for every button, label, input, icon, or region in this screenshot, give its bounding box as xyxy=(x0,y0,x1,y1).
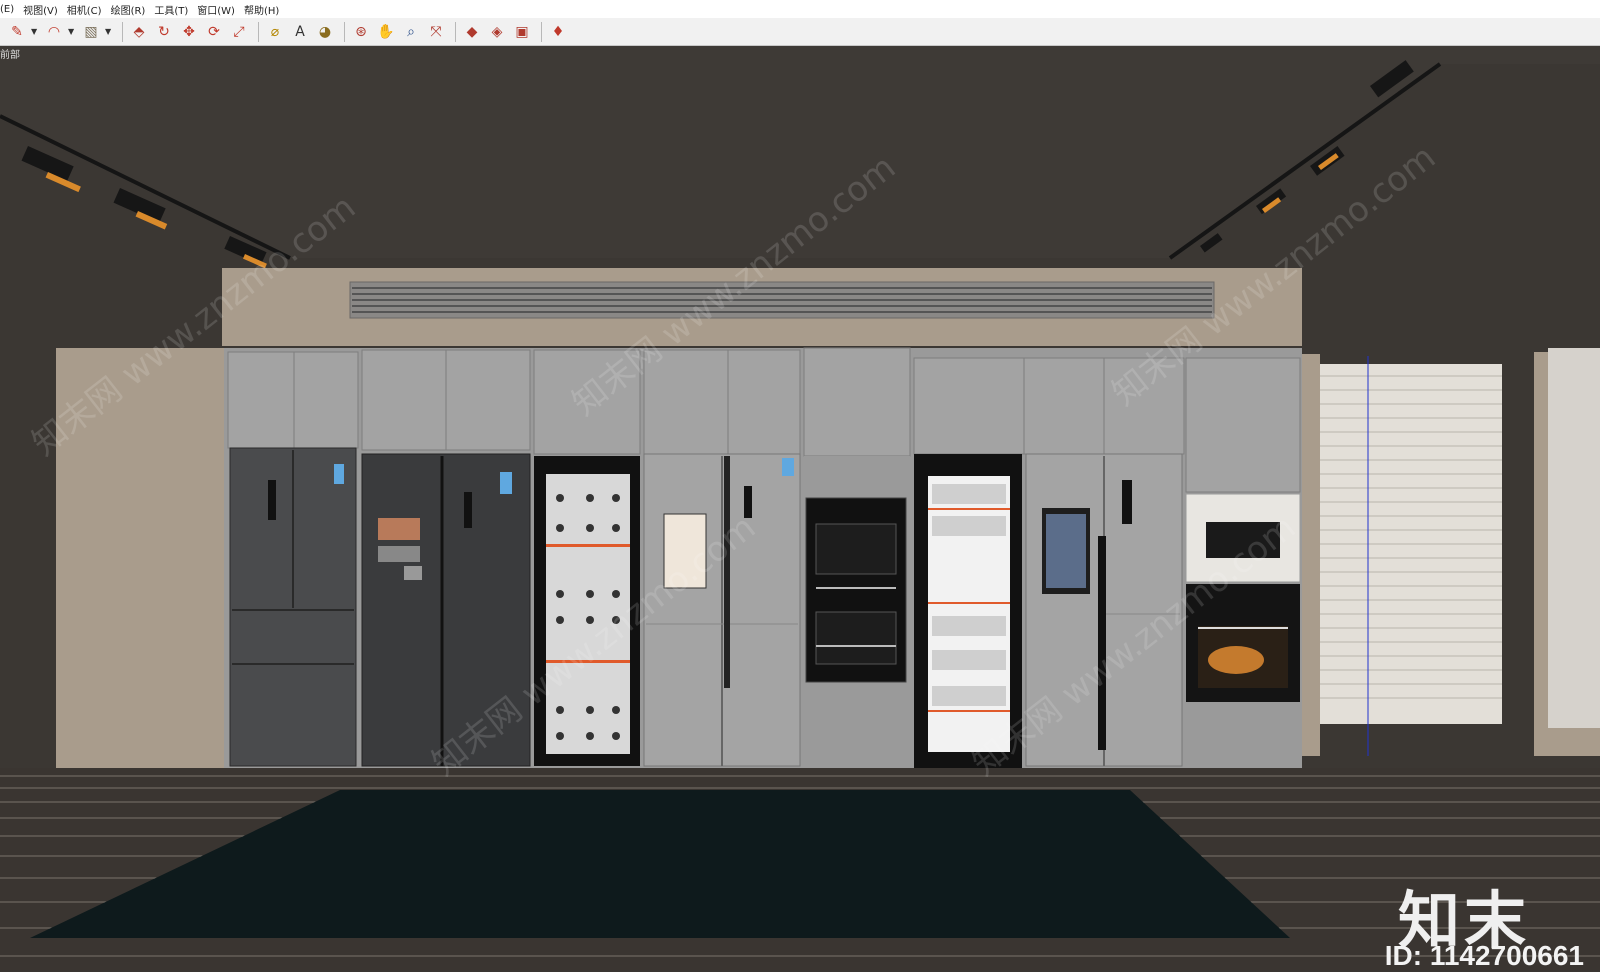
push-pull-icon[interactable]: ⬘ xyxy=(128,21,150,43)
move-icon[interactable]: ✥ xyxy=(178,21,200,43)
toolbar: ✎ ▼ ◠ ▼ ▧ ▼ ⬘ ↻ ✥ ⟳ ⤢ ⌀ A ◕ ⊛ ✋ ⌕ ⤧ ◆ ◈ ▣ ♦ xyxy=(0,18,1600,46)
zoom-extents-icon[interactable]: ⤧ xyxy=(425,21,447,43)
pencil-icon[interactable]: ✎ xyxy=(6,21,28,43)
chevron-down-icon[interactable]: ▼ xyxy=(105,27,113,36)
3d-viewport[interactable]: 前部 知末网 www.znzmo.com 知末网 www.znzmo.com 知… xyxy=(0,46,1600,971)
built-in-double-oven xyxy=(804,456,910,768)
menu-item[interactable]: 帮助(H) xyxy=(244,2,279,17)
toolbar-separator xyxy=(344,21,345,42)
orbit-icon[interactable]: ⊛ xyxy=(350,21,372,43)
share-model-icon[interactable]: ◈ xyxy=(486,21,508,43)
text-icon[interactable]: A xyxy=(289,21,311,43)
pan-icon[interactable]: ✋ xyxy=(375,21,397,43)
scene-tab-label[interactable]: 前部 xyxy=(0,46,20,61)
scale-icon[interactable]: ⤢ xyxy=(228,21,250,43)
rotate-icon[interactable]: ⟳ xyxy=(203,21,225,43)
menu-item[interactable]: 视图(V) xyxy=(23,2,58,17)
toolbar-separator xyxy=(122,21,123,42)
chevron-down-icon[interactable]: ▼ xyxy=(31,27,39,36)
ruby-icon[interactable]: ♦ xyxy=(547,21,569,43)
fridge-french-door xyxy=(229,447,357,767)
arc-icon[interactable]: ◠ xyxy=(43,21,65,43)
toolbar-separator xyxy=(541,21,542,42)
menu-item[interactable]: (E) xyxy=(0,4,14,15)
chevron-down-icon[interactable]: ▼ xyxy=(68,27,76,36)
menu-item[interactable]: 窗口(W) xyxy=(197,2,235,17)
shape-icon[interactable]: ▧ xyxy=(80,21,102,43)
menu-item[interactable]: 绘图(R) xyxy=(111,2,146,17)
toolbar-separator xyxy=(455,21,456,42)
menu-bar: (E) 视图(V) 相机(C) 绘图(R) 工具(T) 窗口(W) 帮助(H) xyxy=(0,0,1600,18)
warehouse-icon[interactable]: ◆ xyxy=(461,21,483,43)
tape-measure-icon[interactable]: ⌀ xyxy=(264,21,286,43)
extension-icon[interactable]: ▣ xyxy=(511,21,533,43)
menu-item[interactable]: 相机(C) xyxy=(67,2,102,17)
menu-item[interactable]: 工具(T) xyxy=(154,2,188,17)
toolbar-separator xyxy=(258,21,259,42)
paint-bucket-icon[interactable]: ◕ xyxy=(314,21,336,43)
model-id: ID: 1142700661 xyxy=(1384,940,1584,971)
follow-me-icon[interactable]: ↻ xyxy=(153,21,175,43)
zoom-icon[interactable]: ⌕ xyxy=(400,21,422,43)
